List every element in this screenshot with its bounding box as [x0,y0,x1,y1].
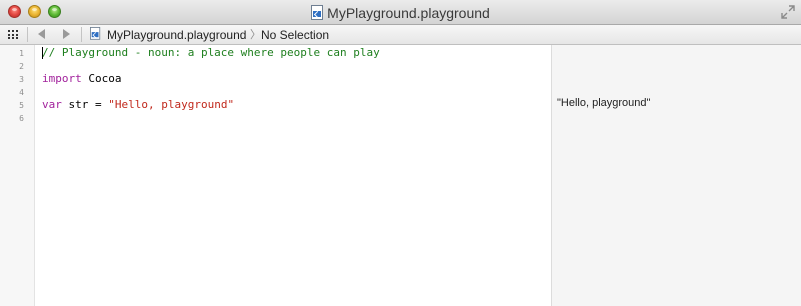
line-number: 1 [19,49,24,58]
var-declaration: str = [61,98,109,111]
back-arrow-icon[interactable] [38,29,45,39]
window-title-group: MyPlayground.playground [0,4,801,21]
breadcrumb-file[interactable]: MyPlayground.playground [107,28,246,42]
playground-document-icon [90,27,101,40]
breadcrumb-selection[interactable]: No Selection [261,28,329,42]
line-number: 6 [19,114,24,123]
related-items-grid-icon[interactable] [8,30,18,39]
result-value-line5[interactable]: "Hello, playground" [557,97,650,110]
jumpbar-divider [81,27,82,42]
window-title: MyPlayground.playground [327,4,490,21]
jumpbar-divider [27,27,28,42]
line-number: 4 [19,88,24,97]
results-sidebar: "Hello, playground" [551,45,801,306]
import-module: Cocoa [88,72,122,85]
playground-window: MyPlayground.playground MyPlayground.pla… [0,0,801,306]
comment-text: // Playground - noun: a place where peop… [42,46,380,59]
code-line-var[interactable]: var str = "Hello, playground" [42,98,234,111]
var-keyword: var [42,98,62,111]
code-line-import[interactable]: import Cocoa [42,72,122,85]
source-editor[interactable]: // Playground - noun: a place where peop… [35,45,551,306]
title-bar[interactable]: MyPlayground.playground [0,0,801,25]
text-cursor [42,47,43,59]
jump-bar: MyPlayground.playground 〉 No Selection [0,25,801,45]
import-keyword: import [42,72,82,85]
forward-arrow-icon[interactable] [63,29,70,39]
string-literal: "Hello, playground" [108,98,235,111]
line-number: 3 [19,75,24,84]
playground-document-icon [311,5,324,20]
fullscreen-arrows-icon[interactable] [781,5,795,19]
line-number: 2 [19,62,24,71]
line-number-gutter: 1 2 3 4 5 6 [0,45,35,306]
breadcrumb-chevron-icon: 〉 [250,29,261,41]
line-number: 5 [19,101,24,110]
code-line-comment[interactable]: // Playground - noun: a place where peop… [42,46,380,59]
